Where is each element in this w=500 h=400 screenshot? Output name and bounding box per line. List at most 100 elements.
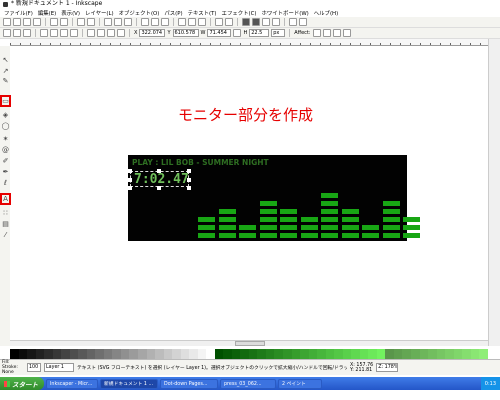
menu-path[interactable]: パス(P) <box>164 9 182 17</box>
palette-swatch[interactable] <box>172 349 181 359</box>
star-tool-icon[interactable]: ✶ <box>1 134 10 143</box>
preferences-button[interactable] <box>299 18 307 26</box>
gradient-tool-icon[interactable]: ▤ <box>1 219 10 228</box>
palette-swatch[interactable] <box>69 349 79 359</box>
time-display-text[interactable]: 7:02.47 <box>134 172 189 187</box>
spiral-tool-icon[interactable]: @ <box>1 145 10 154</box>
palette-swatch[interactable] <box>445 349 454 359</box>
menu-effects[interactable]: エフェクト(C) <box>222 9 257 17</box>
palette-swatch[interactable] <box>146 349 156 359</box>
palette-swatch[interactable] <box>317 349 326 359</box>
paste-button[interactable] <box>124 18 132 26</box>
layer-select[interactable]: Layer 1 <box>44 363 74 372</box>
print-button[interactable] <box>33 18 41 26</box>
menu-edit[interactable]: 編集(E) <box>38 9 56 17</box>
palette-swatch[interactable] <box>428 349 437 359</box>
palette-swatch[interactable] <box>300 349 309 359</box>
opacity-field[interactable]: 100 <box>27 363 41 372</box>
track-title-text[interactable]: PLAY : LIL BOB - SUMMER NIGHT <box>132 158 269 167</box>
taskbar-item[interactable]: Inkscaper - Micr... <box>46 378 98 389</box>
zoom-selection-button[interactable] <box>141 18 149 26</box>
node-tool-icon[interactable]: ↗ <box>1 66 10 75</box>
palette-swatch[interactable] <box>453 349 463 359</box>
palette-swatch[interactable] <box>359 349 369 359</box>
zoom-page-button[interactable] <box>161 18 169 26</box>
palette-swatch[interactable] <box>402 349 411 359</box>
palette-swatch[interactable] <box>274 349 283 359</box>
pen-tool-icon[interactable]: ✒ <box>1 167 10 176</box>
move-patterns-button[interactable] <box>342 29 351 37</box>
vertical-scrollbar[interactable] <box>488 39 500 346</box>
palette-swatch[interactable] <box>436 349 446 359</box>
select-all-button[interactable] <box>3 29 11 37</box>
palette-swatch[interactable] <box>27 349 36 359</box>
unlink-clone-button[interactable] <box>198 18 206 26</box>
open-button[interactable] <box>13 18 21 26</box>
spray-tool-icon[interactable]: ∷ <box>1 208 10 217</box>
palette-swatch[interactable] <box>35 349 45 359</box>
palette-swatch[interactable] <box>44 349 53 359</box>
save-button[interactable] <box>23 18 31 26</box>
rotate-ccw-button[interactable] <box>40 29 48 37</box>
palette-swatch[interactable] <box>334 349 343 359</box>
palette-swatch[interactable] <box>385 349 394 359</box>
palette-swatch[interactable] <box>214 349 224 359</box>
pencil-tool-icon[interactable]: ✐ <box>1 156 10 165</box>
clone-button[interactable] <box>188 18 196 26</box>
lock-ratio-button[interactable] <box>233 29 242 37</box>
cut-button[interactable] <box>114 18 122 26</box>
palette-swatch[interactable] <box>410 349 420 359</box>
raise-button[interactable] <box>97 29 105 37</box>
taskbar-item-active[interactable]: 新規ドキュメント 1 ... <box>100 378 158 389</box>
import-button[interactable] <box>50 18 58 26</box>
palette-swatch[interactable] <box>368 349 377 359</box>
raise-top-button[interactable] <box>87 29 95 37</box>
scale-stroke-button[interactable] <box>312 29 321 37</box>
palette-swatch[interactable] <box>52 349 62 359</box>
rotate-cw-button[interactable] <box>50 29 58 37</box>
start-button[interactable]: スタート <box>0 377 44 390</box>
calligraphy-tool-icon[interactable]: ℓ <box>1 178 10 187</box>
palette-swatch[interactable] <box>112 349 121 359</box>
horizontal-scrollbar[interactable] <box>10 340 488 346</box>
selection-handle[interactable] <box>128 178 132 182</box>
deselect-button[interactable] <box>23 29 31 37</box>
redo-button[interactable] <box>87 18 95 26</box>
palette-swatch[interactable] <box>479 349 488 359</box>
palette-swatch[interactable] <box>163 349 173 359</box>
x-position-field[interactable]: 322.074 <box>139 29 166 37</box>
palette-swatch[interactable] <box>129 349 138 359</box>
undo-button[interactable] <box>77 18 85 26</box>
menu-view[interactable]: 表示(V) <box>61 9 80 17</box>
zoom-field[interactable]: Z: 178% <box>376 363 399 372</box>
palette-swatch[interactable] <box>197 349 207 359</box>
export-button[interactable] <box>60 18 68 26</box>
rectangle-tool-icon[interactable]: ▭ <box>0 95 11 107</box>
palette-swatch[interactable] <box>470 349 480 359</box>
copy-button[interactable] <box>104 18 112 26</box>
palette-swatch[interactable] <box>325 349 335 359</box>
menu-help[interactable]: ヘルプ(H) <box>314 9 338 17</box>
palette-swatch[interactable] <box>265 349 275 359</box>
palette-swatch[interactable] <box>223 349 232 359</box>
layers-button[interactable] <box>262 18 270 26</box>
palette-swatch[interactable] <box>257 349 266 359</box>
scale-corners-button[interactable] <box>322 29 331 37</box>
tweak-tool-icon[interactable]: ✎ <box>1 76 10 85</box>
monitor-panel[interactable]: PLAY : LIL BOB - SUMMER NIGHT 7:02.47 <box>128 155 420 241</box>
palette-swatch[interactable] <box>351 349 360 359</box>
height-field[interactable]: 22.5 <box>249 29 270 37</box>
menu-layer[interactable]: レイヤー(L) <box>85 9 114 17</box>
palette-swatch[interactable] <box>95 349 104 359</box>
palette-swatch[interactable] <box>419 349 429 359</box>
palette-swatch[interactable] <box>189 349 198 359</box>
palette-swatch[interactable] <box>61 349 70 359</box>
palette-swatch[interactable] <box>78 349 87 359</box>
palette-swatch[interactable] <box>86 349 96 359</box>
fill-stroke-button[interactable] <box>242 18 250 26</box>
palette-swatch[interactable] <box>393 349 403 359</box>
palette-swatch[interactable] <box>137 349 147 359</box>
text-tool-icon[interactable]: A <box>0 193 11 205</box>
select-all-layers-button[interactable] <box>13 29 21 37</box>
palette-swatch[interactable] <box>308 349 318 359</box>
